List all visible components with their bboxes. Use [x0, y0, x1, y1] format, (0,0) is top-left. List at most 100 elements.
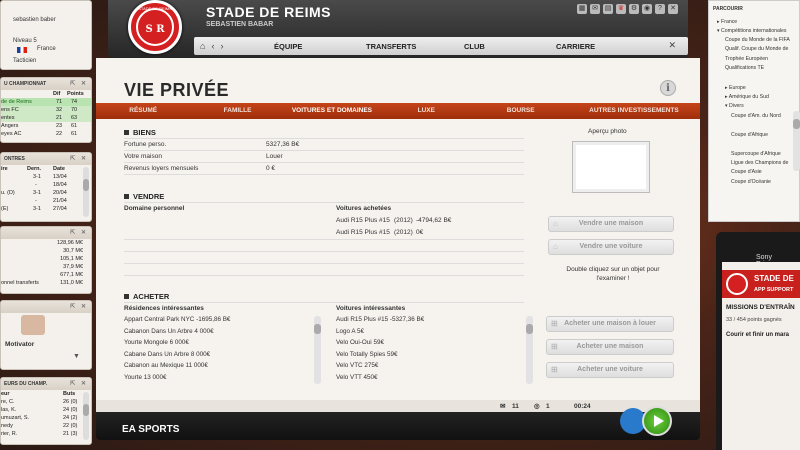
- profile-panel: sebastien baber Niveau 5 France Tacticie…: [0, 0, 92, 70]
- sell-car-button[interactable]: ⌂ Vendre une voiture: [548, 239, 674, 255]
- table-row[interactable]: nedy 22 (0): [1, 422, 91, 430]
- forward-icon[interactable]: ›: [220, 41, 223, 51]
- game-time: 00:24: [574, 403, 591, 410]
- table-row[interactable]: Angers 23 61: [1, 122, 91, 130]
- panel-controls-icon[interactable]: ⇱ ✕: [70, 155, 88, 162]
- manager-name: SEBASTIEN BABAR: [206, 21, 274, 28]
- panel-controls-icon[interactable]: ⇱ ✕: [70, 229, 88, 236]
- list-item[interactable]: Cabane Dans Un Arbre 8 000€: [124, 349, 230, 361]
- mail-count: 11: [512, 403, 519, 410]
- help-icon[interactable]: ?: [655, 4, 665, 14]
- nav-transferts[interactable]: TRANSFERTS: [366, 42, 416, 51]
- tree-item[interactable]: ▾ Divers: [725, 103, 744, 109]
- globe-icon[interactable]: ◉: [642, 4, 652, 14]
- sell-house-button[interactable]: ⌂ Vendre une maison: [548, 216, 674, 232]
- chevron-down-icon[interactable]: ▼: [73, 353, 80, 360]
- tree-item[interactable]: ▸ France: [717, 19, 737, 25]
- tab-autres-investissements[interactable]: AUTRES INVESTISSEMENTS: [568, 103, 700, 119]
- residences-label: Résidences intéressantes: [124, 305, 204, 312]
- rencontres-header: ONTRES ⇱ ✕: [1, 153, 91, 165]
- nav-club[interactable]: CLUB: [464, 42, 485, 51]
- hint-text: Double cliquez sur un objet pour l'exami…: [566, 266, 660, 282]
- moral-label: Motivator: [5, 341, 35, 348]
- list-item[interactable]: Audi R15 Plus #15 -5327,36 B€: [336, 314, 424, 326]
- browse-title: PARCOURIR: [713, 6, 743, 12]
- nav-equipe[interactable]: ÉQUIPE: [274, 42, 302, 51]
- tree-item[interactable]: Qualifications TE: [725, 65, 764, 71]
- tools-icon[interactable]: ✕: [668, 40, 676, 51]
- table-row[interactable]: -18/04: [1, 181, 91, 189]
- list-item[interactable]: Yourte Mongole 6 000€: [124, 337, 230, 349]
- scrollbar[interactable]: [83, 167, 89, 217]
- tab-famille[interactable]: FAMILLE: [190, 103, 284, 119]
- table-row[interactable]: -21/04: [1, 197, 91, 205]
- nav-carriere[interactable]: CARRIERE: [556, 42, 595, 51]
- table-row[interactable]: umuzart, S. 24 (2): [1, 414, 91, 422]
- browse-scrollbar[interactable]: [793, 111, 800, 171]
- options-icon[interactable]: ⚙: [629, 4, 639, 14]
- list-item[interactable]: Cabanon au Mexique 11 000€: [124, 360, 230, 372]
- info-icon[interactable]: i: [660, 80, 676, 96]
- fortune-label: Fortune perso.: [124, 141, 167, 148]
- table-row[interactable]: ens FC 32 70: [1, 106, 91, 114]
- buy-rental-house-button[interactable]: ⊞ Acheter une maison à louer: [546, 316, 674, 332]
- list-item[interactable]: Velo VTT 450€: [336, 372, 424, 384]
- tree-item[interactable]: ▸ Europe: [725, 85, 746, 91]
- list-item[interactable]: Velo Oui-Oui 59€: [336, 337, 424, 349]
- list-item[interactable]: Cabanon Dans Un Arbre 4 000€: [124, 326, 230, 338]
- stats-icon[interactable]: ▤: [603, 4, 613, 14]
- panel-controls-icon[interactable]: ⇱ ✕: [70, 80, 88, 87]
- table-row[interactable]: 3-1 13/04: [1, 173, 91, 181]
- tab-luxe[interactable]: LUXE: [379, 103, 473, 119]
- continue-button[interactable]: [642, 406, 672, 436]
- list-item[interactable]: Velo Totally Spies 59€: [336, 349, 424, 361]
- list-item[interactable]: Logo A 5€: [336, 326, 424, 338]
- tree-item[interactable]: Supercoupe d'Afrique: [731, 151, 781, 157]
- tree-item[interactable]: ▾ Compétitions internationales: [717, 28, 787, 34]
- tab-bourse[interactable]: BOURSE: [474, 103, 568, 119]
- tree-item[interactable]: Qualif. Coupe du Monde de: [725, 46, 788, 52]
- tree-item[interactable]: Coupe d'Asie: [731, 169, 762, 175]
- tree-item[interactable]: Trophée Européen: [725, 56, 768, 62]
- table-row[interactable]: entes 21 63: [1, 114, 91, 122]
- mail-icon[interactable]: ✉: [500, 402, 505, 410]
- inbox-icon[interactable]: ✉: [590, 4, 600, 14]
- list-item[interactable]: Velo VTC 275€: [336, 360, 424, 372]
- photo-preview: [572, 141, 650, 193]
- exit-icon[interactable]: ✕: [668, 4, 678, 14]
- buy-house-button[interactable]: ⊞ Acheter une maison: [546, 339, 674, 355]
- table-row[interactable]: de de Reims 71 74: [1, 98, 91, 106]
- status-bar: ✉ 11 ◎ 1 00:24: [96, 400, 700, 412]
- table-row[interactable]: eyes AC 22 61: [1, 130, 91, 138]
- club-name: STADE DE REIMS: [206, 4, 331, 20]
- table-row[interactable]: re, C. 26 (0): [1, 398, 91, 406]
- home-icon[interactable]: ⌂: [200, 41, 205, 51]
- support-icon[interactable]: ◎: [534, 402, 540, 410]
- tree-item[interactable]: Coupe du Monde de la FIFA: [725, 37, 790, 43]
- table-row[interactable]: las, K. 24 (0): [1, 406, 91, 414]
- loyers-value: 0 €: [266, 165, 276, 172]
- table-row[interactable]: u. (D) 3-1 20/04: [1, 189, 91, 197]
- calendar-icon[interactable]: ▦: [577, 4, 587, 14]
- residences-scrollbar[interactable]: [314, 316, 321, 384]
- list-item[interactable]: Yourte 13 000€: [124, 372, 230, 384]
- tree-item[interactable]: Ligue des Champions de: [731, 160, 788, 166]
- tree-item[interactable]: Coupe d'Océanie: [731, 179, 771, 185]
- table-row[interactable]: rier, R. 21 (3): [1, 430, 91, 438]
- tree-item[interactable]: Coupe d'Afrique: [731, 132, 768, 138]
- panel-controls-icon[interactable]: ⇱ ✕: [70, 380, 88, 387]
- tab-voitures-domaines[interactable]: VOITURES ET DOMAINES: [285, 103, 379, 119]
- voitures-interessantes-label: Voitures intéressantes: [336, 305, 406, 312]
- moral-panel: ⇱ ✕ Motivator ▼: [0, 300, 92, 370]
- tree-item[interactable]: ▸ Amérique du Sud: [725, 94, 769, 100]
- scrollbar[interactable]: [83, 392, 89, 440]
- trophy-icon[interactable]: ♛: [616, 4, 626, 14]
- back-icon[interactable]: ‹: [211, 41, 214, 51]
- tab-resume[interactable]: RÉSUMÉ: [96, 103, 190, 119]
- voitures-scrollbar[interactable]: [526, 316, 533, 384]
- panel-controls-icon[interactable]: ⇱ ✕: [70, 303, 88, 310]
- tree-item[interactable]: Coupe d'Am. du Nord: [731, 113, 781, 119]
- list-item[interactable]: Appart Central Park NYC -1695,86 B€: [124, 314, 230, 326]
- table-row[interactable]: (E) 3-1 27/04: [1, 205, 91, 213]
- buy-car-button[interactable]: ⊞ Acheter une voiture: [546, 362, 674, 378]
